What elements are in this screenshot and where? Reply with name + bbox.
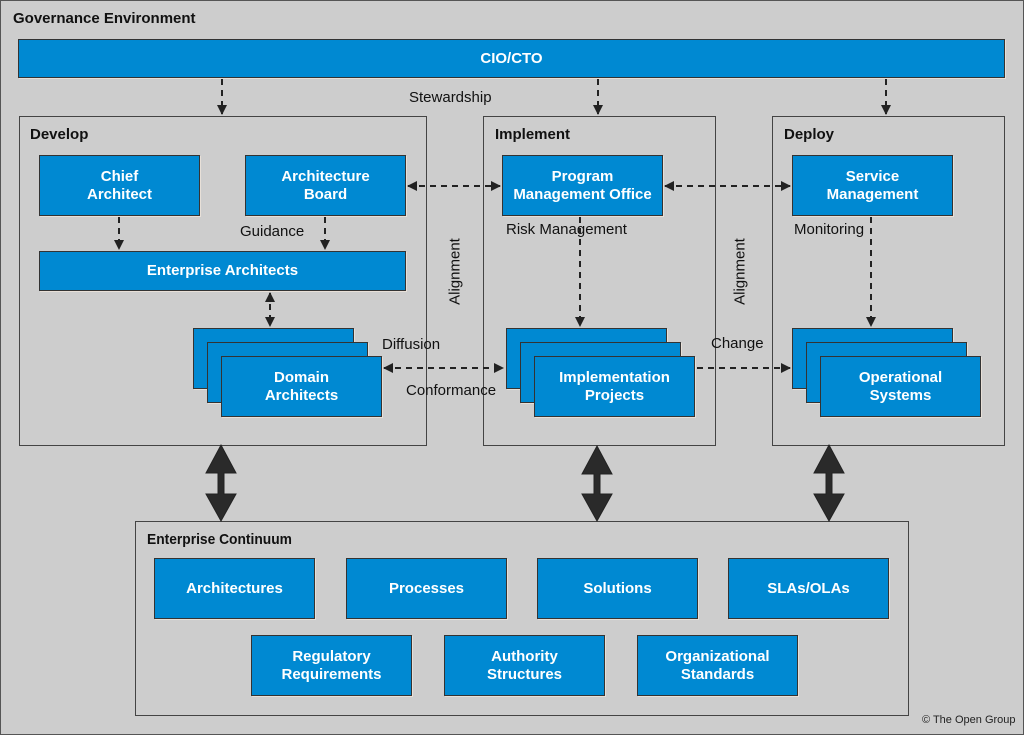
change-label: Change — [711, 335, 764, 352]
continuum-item: Solutions — [537, 558, 698, 619]
governance-title: Governance Environment — [13, 10, 196, 27]
chief-architect-box: Chief Architect — [39, 155, 200, 216]
continuum-item: Organizational Standards — [637, 635, 798, 696]
alignment-right-label: Alignment — [731, 238, 749, 305]
continuum-item: Regulatory Requirements — [251, 635, 412, 696]
continuum-item: Architectures — [154, 558, 315, 619]
architecture-board-box: Architecture Board — [245, 155, 406, 216]
monitoring-label: Monitoring — [794, 221, 865, 238]
domain-architects-box: Domain Architects — [221, 356, 382, 417]
service-management-box: Service Management — [792, 155, 953, 216]
operational-systems-box: Operational Systems — [820, 356, 981, 417]
stewardship-label: Stewardship — [409, 89, 492, 106]
diffusion-label: Diffusion — [382, 336, 441, 353]
enterprise-architects-box: Enterprise Architects — [39, 251, 406, 291]
enterprise-continuum-title: Enterprise Continuum — [147, 531, 292, 548]
risk-management-label: Risk Management — [506, 221, 627, 238]
copyright-label: © The Open Group — [922, 714, 1016, 726]
continuum-item: SLAs/OLAs — [728, 558, 889, 619]
implement-title: Implement — [495, 126, 571, 143]
guidance-label: Guidance — [240, 223, 305, 240]
program-management-office-box: Program Management Office — [502, 155, 663, 216]
continuum-item: Processes — [346, 558, 507, 619]
conformance-label: Conformance — [406, 382, 497, 399]
implementation-projects-box: Implementation Projects — [534, 356, 695, 417]
alignment-left-label: Alignment — [446, 238, 464, 305]
cio-cto-box: CIO/CTO — [18, 39, 1005, 78]
continuum-item: Authority Structures — [444, 635, 605, 696]
deploy-title: Deploy — [784, 126, 835, 143]
develop-title: Develop — [30, 126, 89, 143]
